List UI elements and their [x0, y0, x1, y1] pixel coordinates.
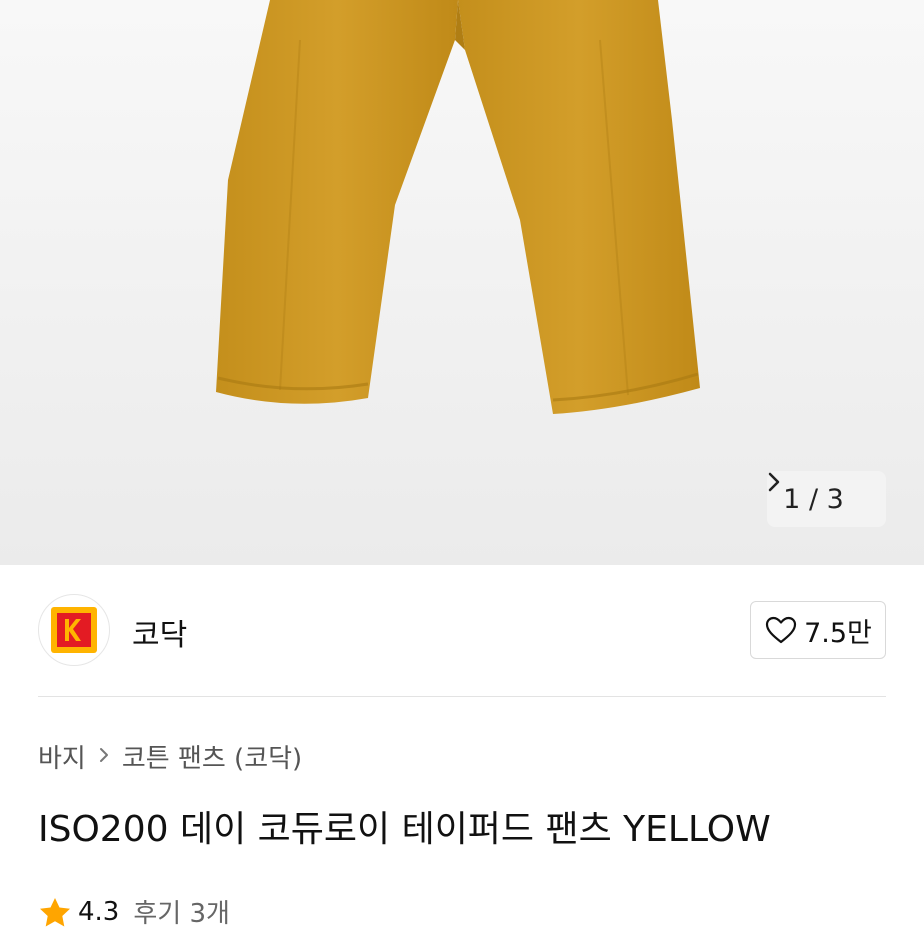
like-button[interactable]: 7.5만 [750, 601, 886, 659]
gallery-total-pages: 3 [826, 483, 844, 515]
product-image-gallery[interactable]: 1 / 3 [0, 0, 924, 565]
star-icon [40, 897, 70, 926]
divider [38, 696, 886, 697]
like-count: 7.5만 [804, 617, 872, 649]
breadcrumb: 바지 코튼 팬츠 (코닥) [38, 738, 302, 775]
review-count[interactable]: 후기 3개 [133, 893, 230, 930]
brand-name[interactable]: 코닥 [132, 610, 187, 654]
chevron-right-icon [98, 743, 110, 771]
gallery-separator: / [808, 483, 819, 515]
chevron-right-icon[interactable] [768, 472, 870, 510]
heart-icon [766, 616, 797, 644]
breadcrumb-item-category[interactable]: 바지 [38, 738, 86, 775]
rating-score: 4.3 [78, 896, 120, 927]
product-title: ISO200 데이 코듀로이 테이퍼드 팬츠 YELLOW [38, 809, 771, 850]
rating-summary[interactable]: 4.3 후기 3개 [38, 893, 230, 930]
gallery-current-page: 1 [783, 483, 801, 515]
gallery-pager[interactable]: 1 / 3 [767, 471, 886, 527]
breadcrumb-item-subcategory[interactable]: 코튼 팬츠 (코닥) [122, 738, 302, 775]
kodak-logo-icon [51, 607, 97, 653]
gallery-page-indicator: 1 / 3 [783, 484, 844, 515]
brand-logo[interactable] [38, 594, 110, 666]
